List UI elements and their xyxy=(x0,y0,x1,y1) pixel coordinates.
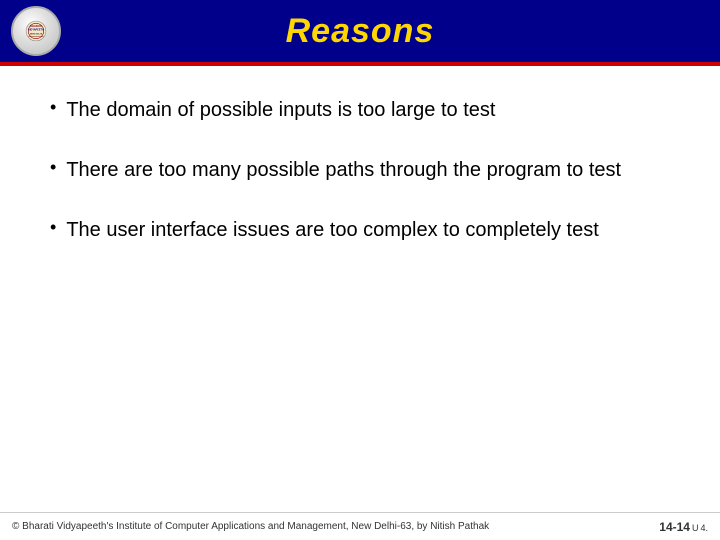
bullet-item-3: • The user interface issues are too comp… xyxy=(50,216,670,244)
slide-header: BHARATI VIDYAPEETH NEW DELHI Reasons xyxy=(0,0,720,62)
bullet-text-2: There are too many possible paths throug… xyxy=(66,156,621,184)
bullet-item-1: • The domain of possible inputs is too l… xyxy=(50,96,670,124)
logo: BHARATI VIDYAPEETH NEW DELHI xyxy=(10,5,62,57)
bullet-marker-3: • xyxy=(50,217,56,238)
bullet-item-2: • There are too many possible paths thro… xyxy=(50,156,670,184)
logo-circle: BHARATI VIDYAPEETH NEW DELHI xyxy=(11,6,61,56)
slide: BHARATI VIDYAPEETH NEW DELHI Reasons • T… xyxy=(0,0,720,540)
bullet-text-1: The domain of possible inputs is too lar… xyxy=(66,96,495,124)
bullet-marker-1: • xyxy=(50,97,56,118)
bullet-text-3: The user interface issues are too comple… xyxy=(66,216,598,244)
slide-title: Reasons xyxy=(286,12,435,51)
footer-page-subscript: 4. xyxy=(700,523,708,533)
slide-footer: © Bharati Vidyapeeth's Institute of Comp… xyxy=(0,512,720,540)
footer-copyright: © Bharati Vidyapeeth's Institute of Comp… xyxy=(12,521,489,532)
footer-page-number: 14-14U 4. xyxy=(659,520,708,534)
svg-text:NEW DELHI: NEW DELHI xyxy=(30,33,43,35)
svg-text:BHARATI: BHARATI xyxy=(30,24,42,28)
slide-content: • The domain of possible inputs is too l… xyxy=(0,66,720,512)
logo-emblem-icon: BHARATI VIDYAPEETH NEW DELHI xyxy=(25,20,47,42)
svg-text:VIDYAPEETH: VIDYAPEETH xyxy=(28,28,44,31)
footer-page-superscript: U xyxy=(692,523,699,533)
footer-page-main: 14-14 xyxy=(659,520,690,534)
bullet-marker-2: • xyxy=(50,157,56,178)
